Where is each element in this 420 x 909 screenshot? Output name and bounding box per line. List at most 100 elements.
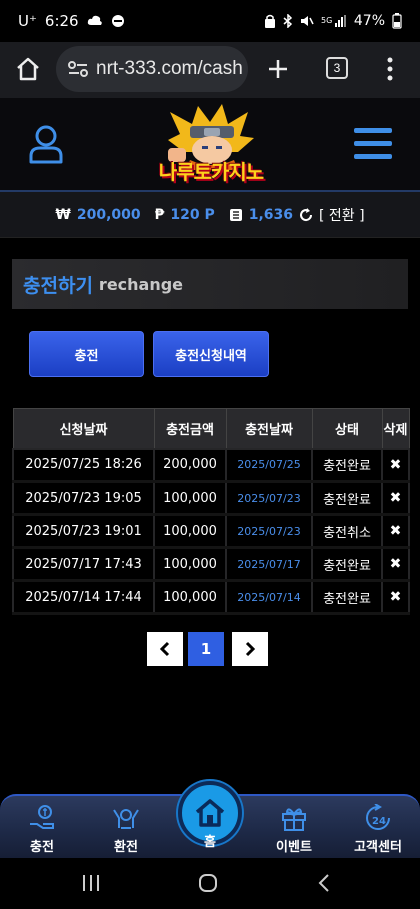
cell-charge-date: 2025/07/17 <box>225 546 313 581</box>
cell-request-date: 2025/07/17 17:43 <box>12 546 155 581</box>
battery-percent: 47% <box>353 13 385 29</box>
status-bar: U⁺ 6:26 5G 47% <box>0 0 420 42</box>
site-header: 나루토카지노 <box>0 98 420 192</box>
nav-exchange[interactable]: 환전 <box>91 796 161 860</box>
cell-charge-date: 2025/07/23 <box>225 513 313 548</box>
home-system-icon[interactable] <box>198 874 218 892</box>
header-amount: 충전금액 <box>153 408 227 449</box>
charge-button[interactable]: 충전 <box>29 331 144 377</box>
cell-charge-date: 2025/07/14 <box>225 579 313 614</box>
new-tab-icon[interactable] <box>266 57 290 81</box>
chip-icon <box>229 208 242 221</box>
mute-icon <box>300 16 314 26</box>
address-bar[interactable]: nrt-333.com/cash <box>56 46 248 92</box>
user-profile-icon[interactable] <box>28 124 64 164</box>
table-row: 2025/07/14 17:44 100,000 2025/07/14 충전완료… <box>12 579 410 614</box>
table-row: 2025/07/25 18:26 200,000 2025/07/25 충전완료… <box>12 447 410 482</box>
page-title-english: rechange <box>98 274 184 294</box>
battery-icon <box>392 13 402 29</box>
cell-status: 충전취소 <box>311 513 383 548</box>
cloud-icon <box>87 15 102 25</box>
table-header-row: 신청날짜 충전금액 충전날짜 상태 삭제 <box>12 408 410 449</box>
browser-toolbar: nrt-333.com/cash 3 <box>0 42 420 98</box>
home-icon[interactable] <box>14 55 42 83</box>
nav-support-label: 고객센터 <box>354 840 402 855</box>
nav-charge[interactable]: 충전 <box>7 796 77 860</box>
cell-amount: 100,000 <box>153 480 227 515</box>
cell-charge-date: 2025/07/23 <box>225 480 313 515</box>
delete-button[interactable]: ✖ <box>381 546 410 581</box>
header-request-date: 신청날짜 <box>12 408 155 449</box>
point-balance: 120 P <box>170 206 215 223</box>
delete-button[interactable]: ✖ <box>381 513 410 548</box>
chevron-left-icon <box>159 641 170 657</box>
support-24h-icon: 24 <box>366 804 390 830</box>
convert-button[interactable]: [ 전환 ] <box>319 205 365 225</box>
refresh-icon[interactable] <box>299 207 313 222</box>
cell-amount: 100,000 <box>153 546 227 581</box>
next-page-button[interactable] <box>232 632 268 666</box>
nav-event-label: 이벤트 <box>276 840 312 855</box>
lock-icon <box>264 14 275 28</box>
svg-text:5G: 5G <box>321 16 332 25</box>
page-number-current[interactable]: 1 <box>188 632 224 666</box>
cell-status: 충전완료 <box>311 579 383 614</box>
page-title-korean: 충전하기 <box>23 274 93 297</box>
charge-icon <box>30 805 54 829</box>
cell-status: 충전완료 <box>311 480 383 515</box>
nav-exchange-label: 환전 <box>114 840 138 855</box>
won-balance: 200,000 <box>76 206 141 223</box>
cell-request-date: 2025/07/23 19:05 <box>12 480 155 515</box>
hamburger-menu-icon[interactable] <box>354 128 392 160</box>
system-navigation-bar <box>0 858 420 909</box>
prev-page-button[interactable] <box>147 632 183 666</box>
nav-charge-label: 충전 <box>30 840 54 855</box>
chevron-right-icon <box>245 641 256 657</box>
cell-amount: 200,000 <box>153 447 227 482</box>
cell-status: 충전완료 <box>311 546 383 581</box>
nav-home-label: 홈 <box>204 835 216 850</box>
delete-button[interactable]: ✖ <box>381 480 410 515</box>
do-not-disturb-icon <box>111 15 124 27</box>
header-charge-date: 충전날짜 <box>225 408 313 449</box>
won-icon: ₩ <box>55 206 71 223</box>
table-row: 2025/07/17 17:43 100,000 2025/07/17 충전완료… <box>12 546 410 581</box>
cell-amount: 100,000 <box>153 579 227 614</box>
home-nav-icon <box>195 799 225 827</box>
logo-text: 나루토카지노 <box>158 160 264 184</box>
cell-charge-date: 2025/07/25 <box>225 447 313 482</box>
point-icon: ₱ <box>154 206 165 223</box>
clock: 6:26 <box>44 12 79 30</box>
tab-switcher-button[interactable]: 3 <box>326 57 348 79</box>
url-text: nrt-333.com/cash <box>96 58 243 79</box>
cell-request-date: 2025/07/14 17:44 <box>12 579 155 614</box>
header-delete: 삭제 <box>381 408 410 449</box>
delete-button[interactable]: ✖ <box>381 447 410 482</box>
table-row: 2025/07/23 19:05 100,000 2025/07/23 충전완료… <box>12 480 410 515</box>
delete-button[interactable]: ✖ <box>381 579 410 614</box>
bluetooth-icon <box>283 14 292 28</box>
cell-amount: 100,000 <box>153 513 227 548</box>
recent-apps-icon[interactable] <box>81 874 101 892</box>
cell-request-date: 2025/07/23 19:01 <box>12 513 155 548</box>
chip-balance: 1,636 <box>248 206 294 223</box>
nav-support[interactable]: 24 고객센터 <box>343 796 413 860</box>
site-logo[interactable]: 나루토카지노 <box>150 104 272 186</box>
svg-text:24: 24 <box>372 816 386 827</box>
site-settings-icon[interactable] <box>68 60 88 78</box>
page-title: 충전하기 rechange <box>12 259 408 309</box>
exchange-icon <box>113 809 139 829</box>
header-status: 상태 <box>311 408 383 449</box>
table-row: 2025/07/23 19:01 100,000 2025/07/23 충전취소… <box>12 513 410 548</box>
cell-request-date: 2025/07/25 18:26 <box>12 447 155 482</box>
more-menu-icon[interactable] <box>386 56 394 82</box>
gift-icon <box>282 808 306 831</box>
back-icon[interactable] <box>318 874 330 892</box>
charge-history-button[interactable]: 충전신청내역 <box>153 331 269 377</box>
charge-history-table: 신청날짜 충전금액 충전날짜 상태 삭제 2025/07/25 18:26 20… <box>12 408 410 615</box>
nav-event[interactable]: 이벤트 <box>259 796 329 860</box>
cell-status: 충전완료 <box>311 447 383 482</box>
5g-signal-icon: 5G <box>321 15 346 27</box>
carrier-label: U⁺ <box>18 12 37 30</box>
balance-bar: ₩ 200,000 ₱ 120 P 1,636 [ 전환 ] <box>0 192 420 238</box>
